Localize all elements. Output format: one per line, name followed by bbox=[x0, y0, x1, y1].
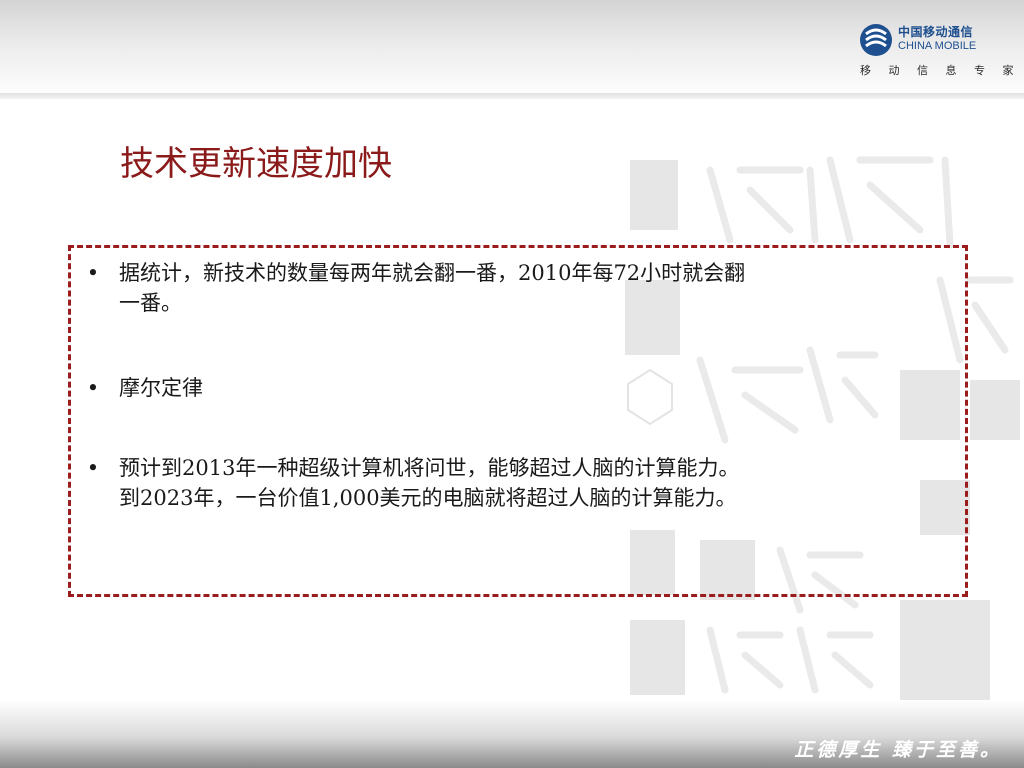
footer-motto: 正德厚生 臻于至善。 bbox=[794, 739, 1002, 761]
bullet-text-line: 据统计，新技术的数量每两年就会翻一番，2010年每72小时就会翻 bbox=[119, 261, 746, 285]
bullet-marker: • bbox=[86, 376, 100, 400]
logo-english-name: CHINA MOBILE bbox=[898, 40, 977, 52]
bullet-item-supercomputer: • 预计到2013年一种超级计算机将问世，能够超过人脑的计算能力。 到2023年… bbox=[87, 453, 949, 513]
header-rule bbox=[0, 93, 1024, 99]
logo-tagline: 移 动 信 息 专 家 bbox=[860, 64, 1021, 77]
content-box: • 据统计，新技术的数量每两年就会翻一番，2010年每72小时就会翻 一番。 •… bbox=[68, 245, 968, 597]
bullet-text-line: 摩尔定律 bbox=[119, 376, 203, 400]
bullet-item-statistics: • 据统计，新技术的数量每两年就会翻一番，2010年每72小时就会翻 一番。 bbox=[87, 258, 949, 318]
bullet-text-line: 一番。 bbox=[119, 291, 182, 315]
footer-band: 正德厚生 臻于至善。 bbox=[0, 700, 1024, 768]
bullet-marker: • bbox=[86, 456, 100, 480]
bullet-text-line: 预计到2013年一种超级计算机将问世，能够超过人脑的计算能力。 bbox=[119, 456, 740, 480]
bullet-marker: • bbox=[86, 261, 100, 285]
bullet-text-line: 到2023年，一台价值1,000美元的电脑就将超过人脑的计算能力。 bbox=[119, 486, 737, 510]
logo-chinese-name: 中国移动通信 bbox=[898, 25, 974, 39]
china-mobile-logo-icon bbox=[860, 24, 892, 56]
china-mobile-logo: 中国移动通信 CHINA MOBILE 移 动 信 息 专 家 bbox=[858, 22, 1013, 82]
slide-title: 技术更新速度加快 bbox=[120, 144, 392, 184]
bullet-item-moores-law: • 摩尔定律 bbox=[87, 373, 949, 403]
